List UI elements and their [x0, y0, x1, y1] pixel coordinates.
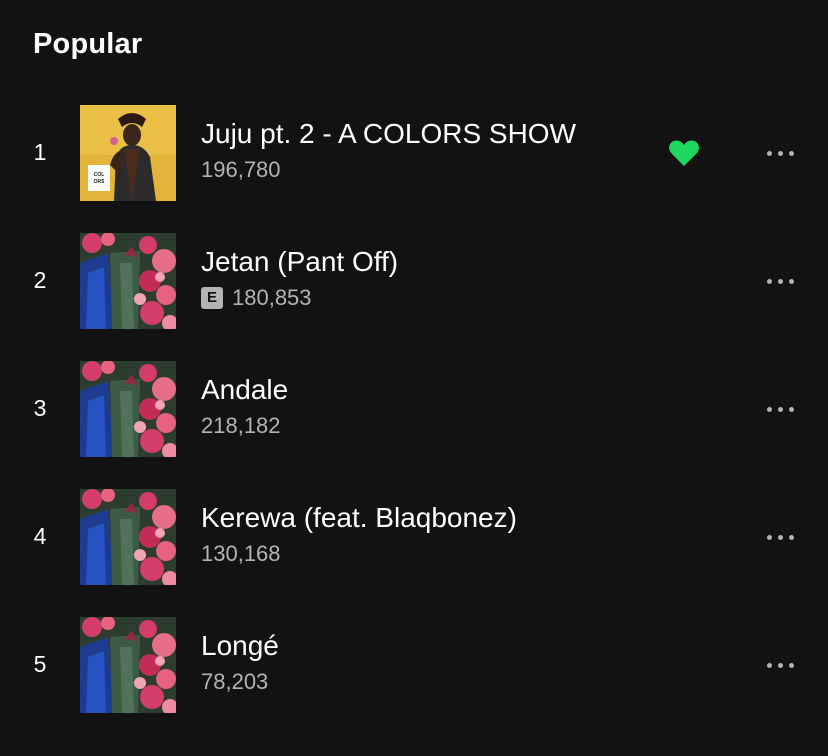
- track-info: Juju pt. 2 - A COLORS SHOW 196,780: [201, 117, 576, 183]
- track-title[interactable]: Jetan (Pant Off): [201, 245, 398, 279]
- play-count: 180,853: [232, 285, 312, 310]
- more-options-icon[interactable]: [758, 525, 802, 549]
- album-cover: [80, 233, 176, 329]
- album-cover: COL ORS: [80, 105, 176, 201]
- track-number: 1: [33, 139, 47, 165]
- more-options-icon[interactable]: [758, 269, 802, 293]
- more-options-icon[interactable]: [758, 397, 802, 421]
- track-row[interactable]: 3 Andale 218,182: [0, 361, 828, 457]
- section-title: Popular: [33, 28, 143, 60]
- play-count: 78,203: [201, 669, 269, 694]
- heart-icon[interactable]: [666, 137, 702, 169]
- explicit-badge: E: [201, 287, 223, 309]
- track-row[interactable]: 4 Kerewa (feat. Blaqbonez) 130,168: [0, 489, 828, 585]
- album-cover-art: [80, 617, 176, 713]
- play-count: 130,168: [201, 541, 281, 566]
- track-row[interactable]: 2 Jetan (Pant Off) E 180,853: [0, 233, 828, 329]
- album-cover: [80, 489, 176, 585]
- album-cover-art: [80, 361, 176, 457]
- track-row[interactable]: 5 Longé 78,203: [0, 617, 828, 713]
- album-cover: [80, 617, 176, 713]
- track-number: 3: [33, 395, 47, 421]
- track-meta: 130,168: [201, 541, 517, 567]
- track-title[interactable]: Juju pt. 2 - A COLORS SHOW: [201, 117, 576, 151]
- album-cover-art: [80, 233, 176, 329]
- track-meta: 218,182: [201, 413, 288, 439]
- track-info: Jetan (Pant Off) E 180,853: [201, 245, 398, 311]
- track-meta: E 180,853: [201, 285, 398, 311]
- track-meta: 78,203: [201, 669, 279, 695]
- track-number: 5: [33, 651, 47, 677]
- more-options-icon[interactable]: [758, 141, 802, 165]
- album-cover-art: COL ORS: [80, 105, 176, 201]
- track-title[interactable]: Longé: [201, 629, 279, 663]
- album-cover: [80, 361, 176, 457]
- track-info: Kerewa (feat. Blaqbonez) 130,168: [201, 501, 517, 567]
- track-list: 1 COL ORS Juju pt. 2 - A COLORS SHOW 196…: [0, 105, 828, 745]
- play-count: 196,780: [201, 157, 281, 182]
- track-number: 4: [33, 523, 47, 549]
- track-title[interactable]: Kerewa (feat. Blaqbonez): [201, 501, 517, 535]
- track-meta: 196,780: [201, 157, 576, 183]
- cover-badge-line-1: COL: [94, 172, 105, 178]
- more-options-icon[interactable]: [758, 653, 802, 677]
- track-title[interactable]: Andale: [201, 373, 288, 407]
- album-cover-art: [80, 489, 176, 585]
- track-number: 2: [33, 267, 47, 293]
- track-info: Andale 218,182: [201, 373, 288, 439]
- play-count: 218,182: [201, 413, 281, 438]
- cover-badge-line-2: ORS: [94, 179, 106, 185]
- track-info: Longé 78,203: [201, 629, 279, 695]
- track-row[interactable]: 1 COL ORS Juju pt. 2 - A COLORS SHOW 196…: [0, 105, 828, 201]
